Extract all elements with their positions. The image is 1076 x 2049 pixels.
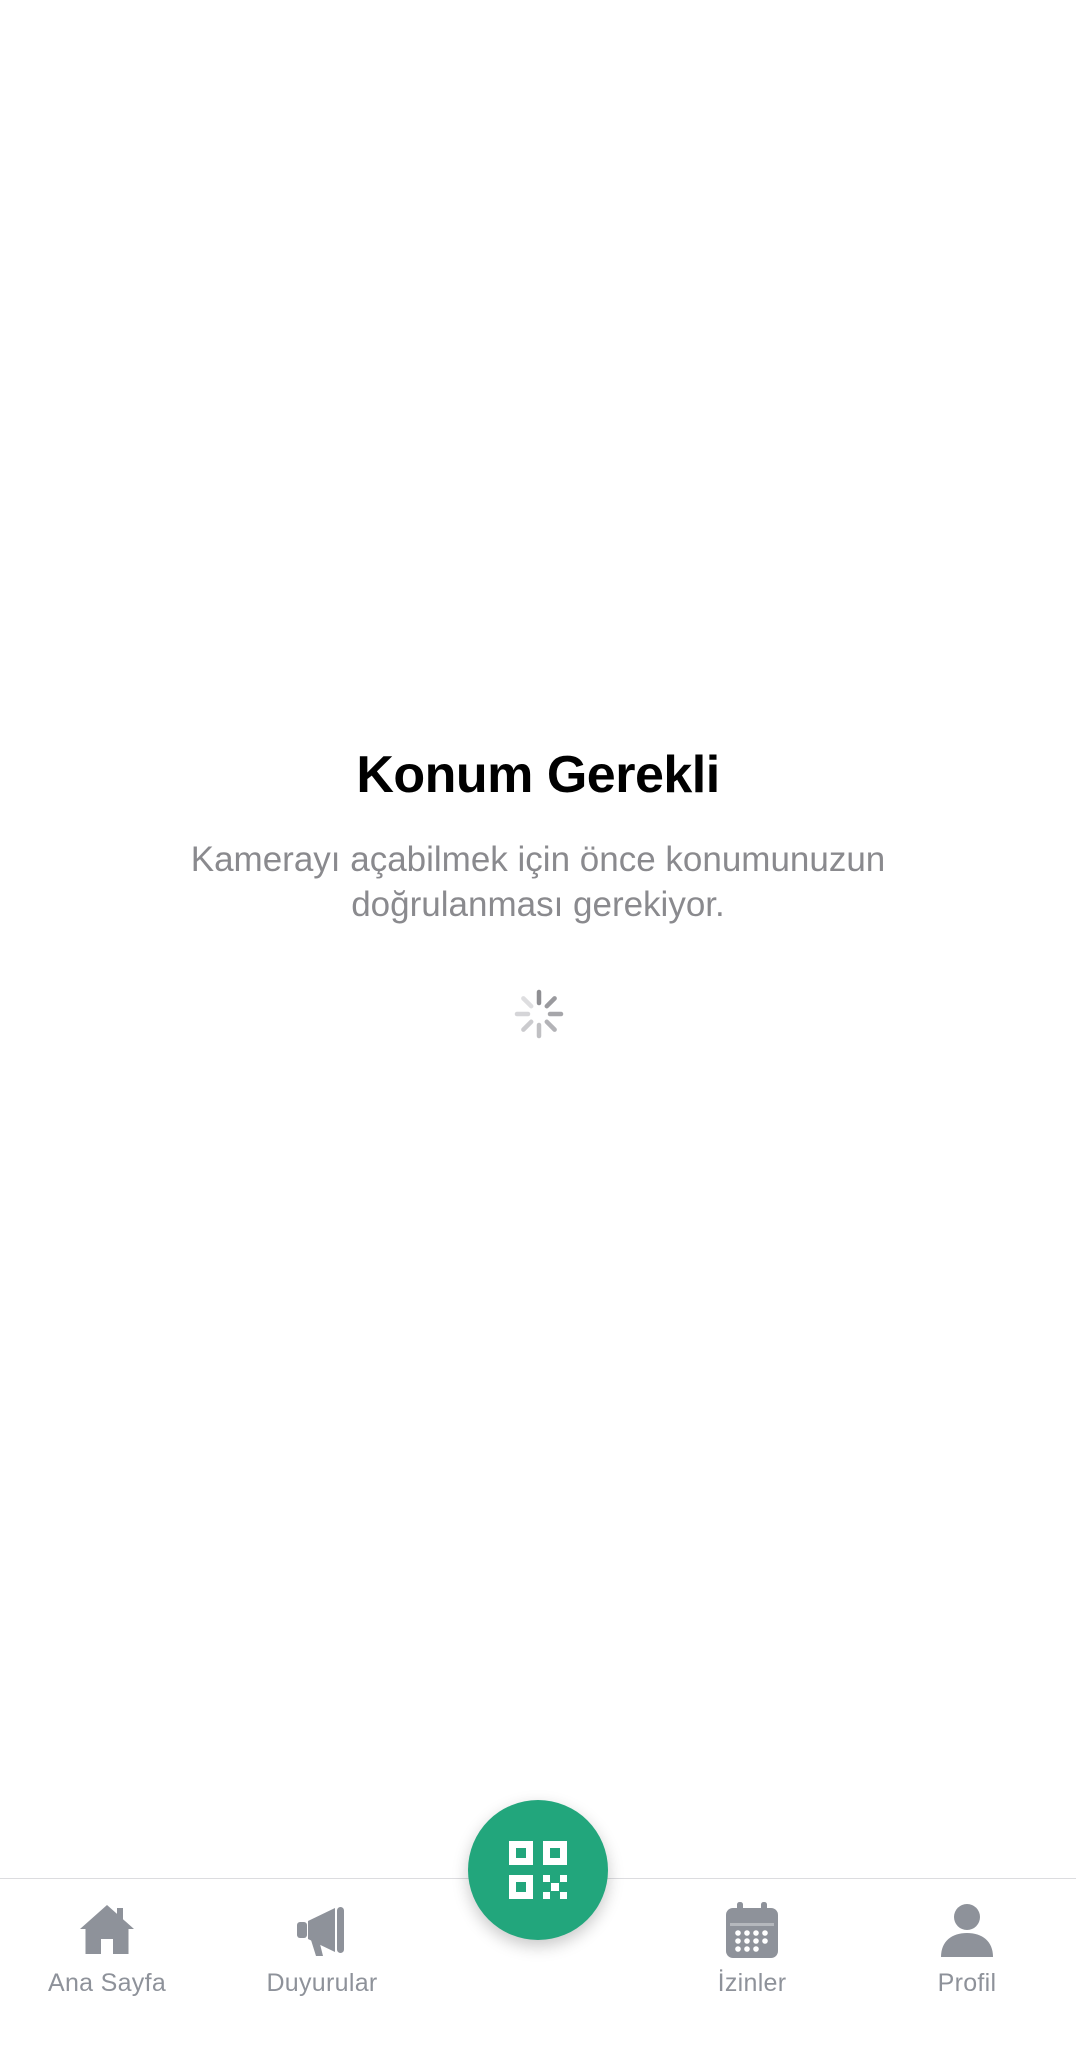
megaphone-icon [297, 1907, 344, 1956]
tab-profile[interactable]: Profil [877, 1899, 1057, 2009]
qr-code-icon [509, 1841, 567, 1899]
tab-home-label: Ana Sayfa [47, 1969, 167, 1997]
page-title: Konum Gerekli [356, 746, 720, 804]
calendar-icon [726, 1902, 778, 1958]
tab-announcements[interactable]: Duyurular [232, 1899, 412, 2009]
activity-spinner-icon [514, 989, 564, 1039]
person-icon [941, 1904, 993, 1957]
tab-home[interactable]: Ana Sayfa [17, 1899, 197, 2009]
tab-leaves-label: İzinler [717, 1969, 787, 1997]
qr-scan-button[interactable] [468, 1800, 608, 1940]
tab-leaves[interactable]: İzinler [662, 1899, 842, 2009]
location-required-panel: Konum Gerekli Kamerayı açabilmek için ön… [0, 735, 1076, 927]
tab-announcements-label: Duyurular [266, 1969, 378, 1997]
home-icon [80, 1905, 134, 1954]
tab-profile-label: Profil [937, 1969, 997, 1997]
screen: Konum Gerekli Kamerayı açabilmek için ön… [0, 0, 1076, 2049]
location-required-message: Kamerayı açabilmek için önce konumunuzun… [190, 840, 886, 924]
